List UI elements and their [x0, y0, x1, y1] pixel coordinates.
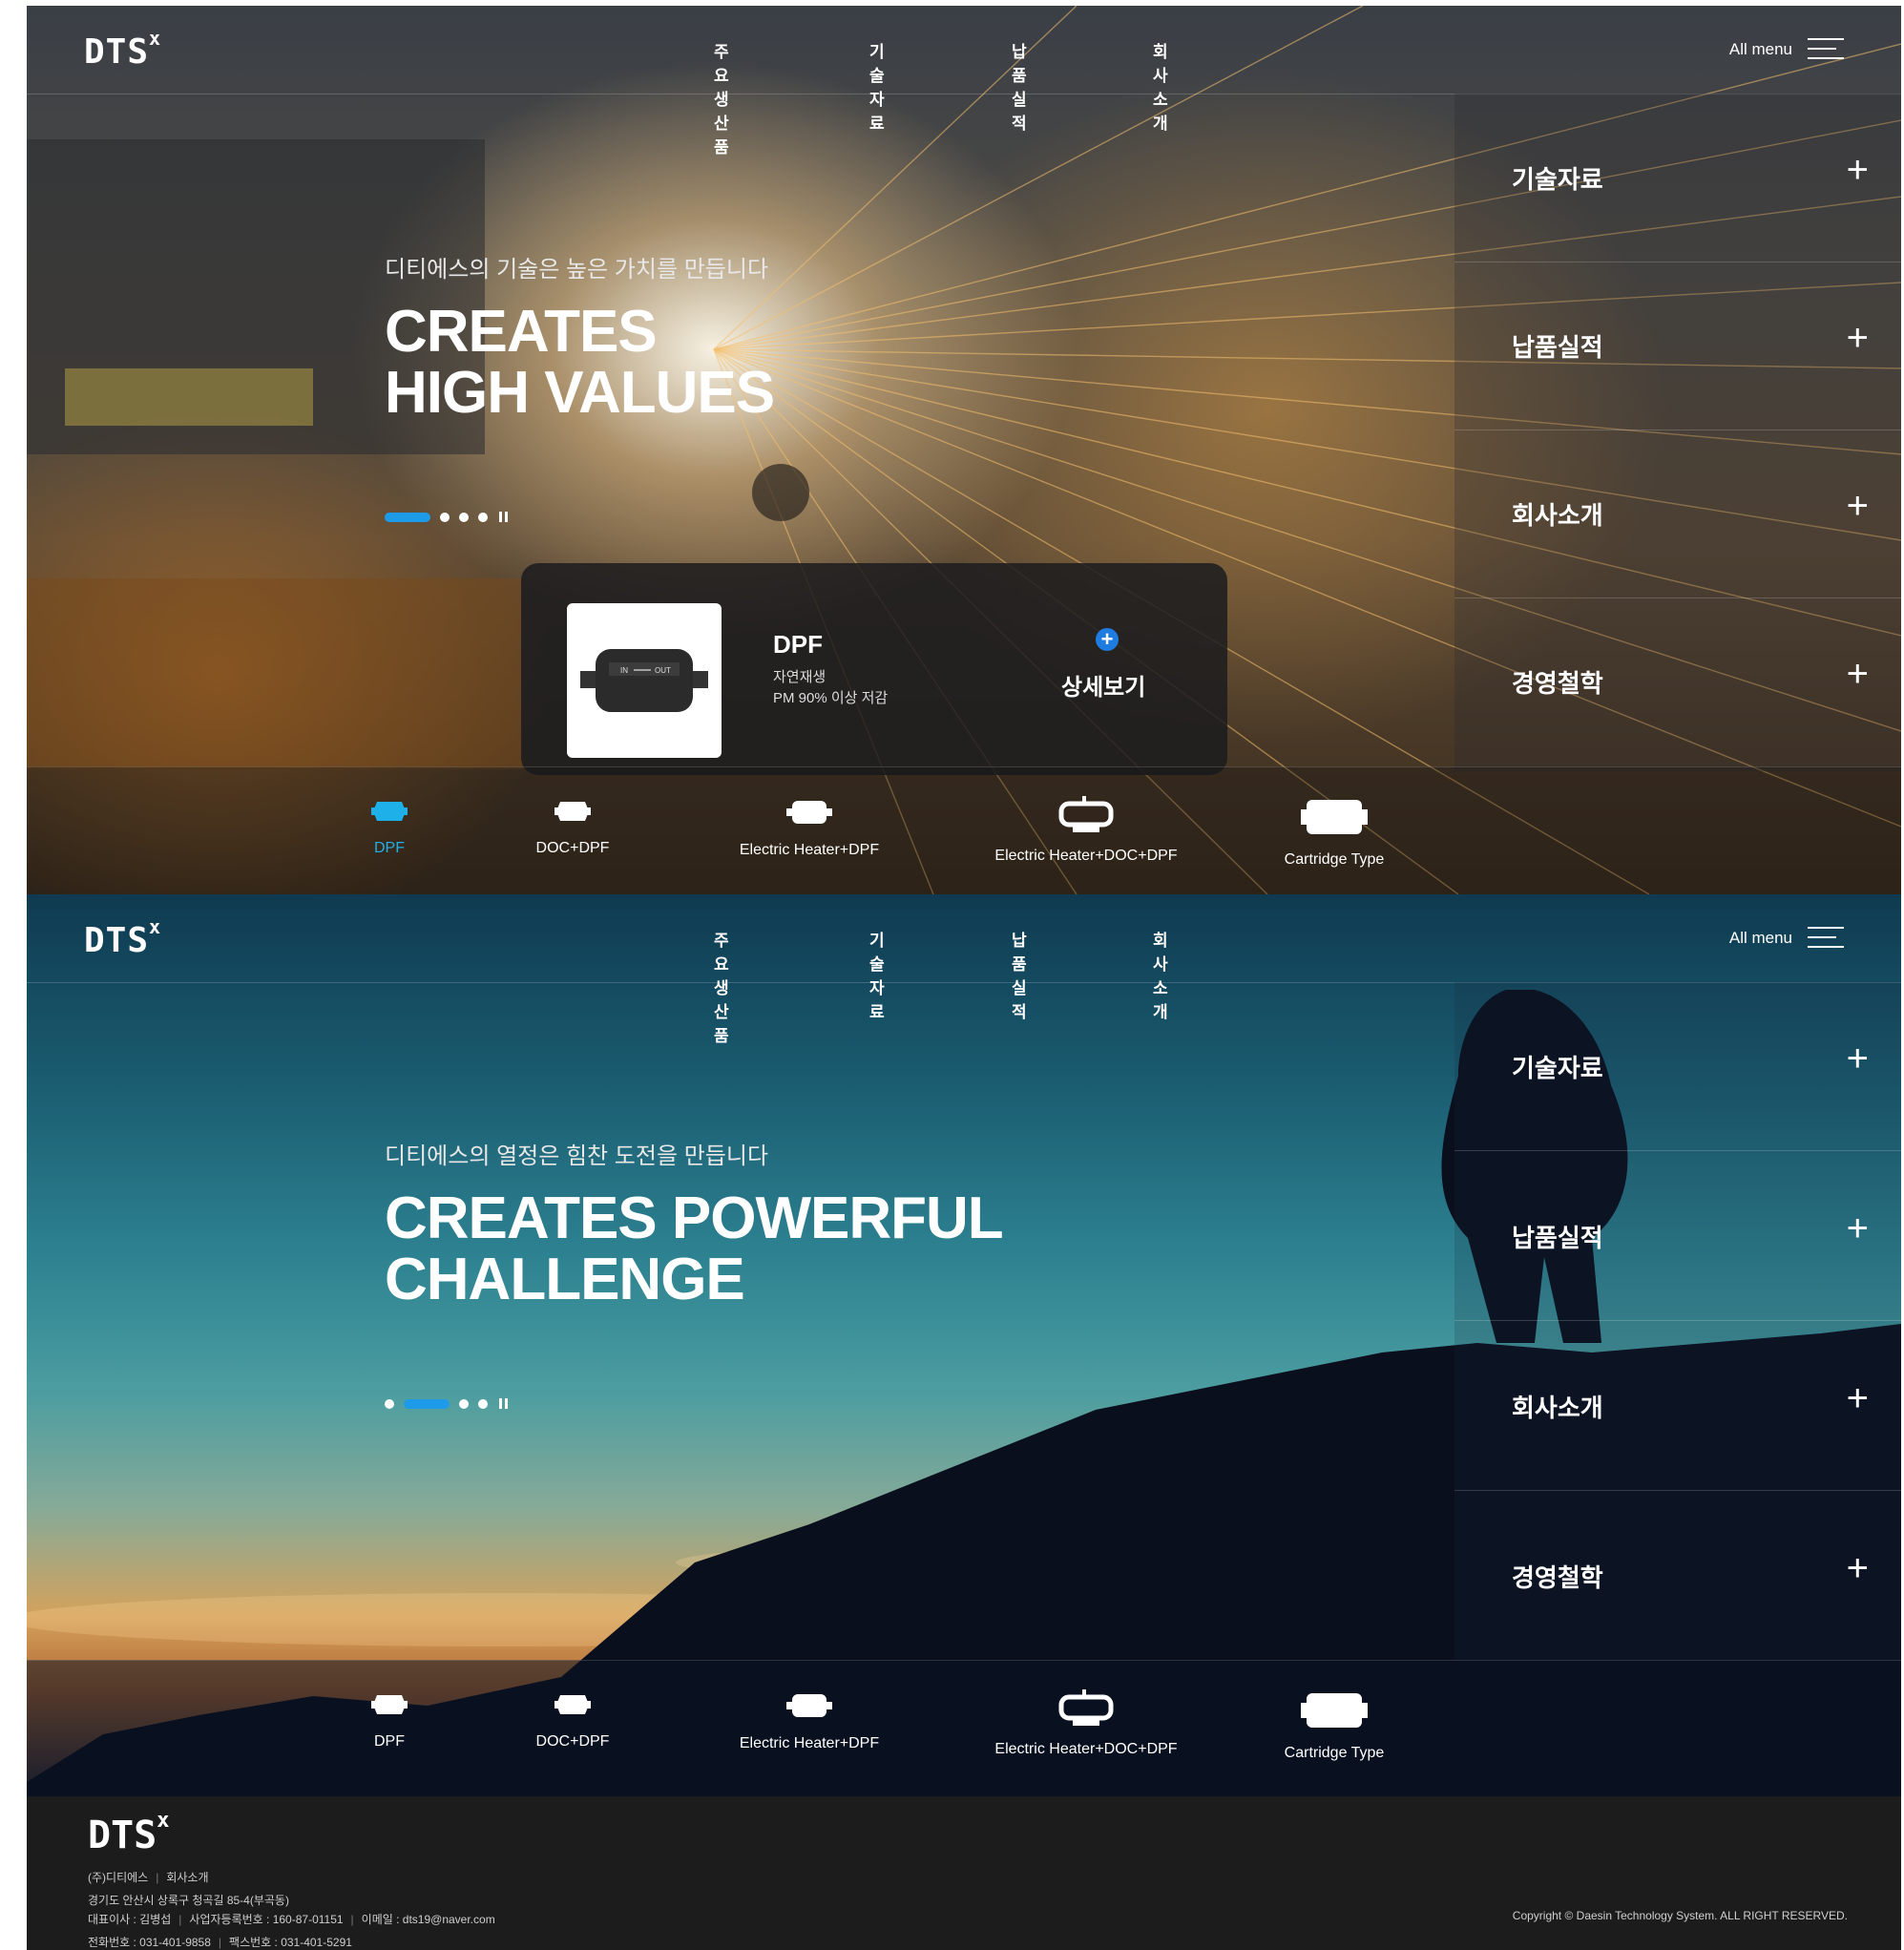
product-tab-cartridge[interactable]: Cartridge Type — [1267, 1689, 1401, 1762]
electric-heater-dpf-icon — [786, 1694, 832, 1717]
all-menu-button[interactable]: All menu — [1729, 927, 1844, 950]
plus-icon: + — [1846, 1038, 1869, 1080]
hamburger-icon — [1808, 927, 1844, 950]
product-tab-electric-heater-dpf[interactable]: Electric Heater+DPF — [733, 1689, 886, 1752]
copyright: Copyright © Daesin Technology System. AL… — [1512, 1909, 1848, 1922]
hero-slide-2: DTSx 주요생산품 기술자료 납품실적 회사소개 All menu 디티에스의… — [27, 894, 1901, 1796]
product-tab-dpf[interactable]: DPF — [351, 796, 428, 857]
footer-info: 대표이사 : 김병섭 | 사업자등록번호 : 160-87-01151 | 이메일 : … — [88, 1913, 495, 1926]
product-card: IN OUT DPF 자연재생 PM 90% 이상 저감 + 상세보기 — [521, 563, 1227, 775]
nav-item-delivery[interactable]: 납품실적 — [1012, 927, 1027, 1022]
indicator-dot-2[interactable] — [404, 1398, 450, 1409]
side-item-philosophy[interactable]: 경영철학 + — [1454, 1492, 1901, 1660]
side-item-company[interactable]: 회사소개 + — [1454, 430, 1901, 598]
plus-icon: + — [1846, 149, 1869, 191]
plus-icon: + — [1846, 317, 1869, 359]
product-bar: DPF DOC+DPF Electric Heater+DPF Electric… — [27, 766, 1901, 894]
product-tab-electric-heater-dpf[interactable]: Electric Heater+DPF — [733, 796, 886, 859]
site-header: DTSx 주요생산품 기술자료 납품실적 회사소개 All menu — [27, 6, 1901, 157]
indicator-dot-1[interactable] — [385, 1398, 394, 1409]
svg-text:IN: IN — [620, 666, 628, 675]
product-tab-doc-dpf[interactable]: DOC+DPF — [515, 1689, 630, 1751]
product-tab-dpf[interactable]: DPF — [351, 1689, 428, 1751]
indicator-dot-1[interactable] — [385, 512, 430, 522]
side-item-philosophy[interactable]: 경영철학 + — [1454, 598, 1901, 765]
product-thumbnail: IN OUT — [567, 603, 722, 758]
all-menu-label: All menu — [1728, 929, 1792, 947]
indicator-dot-2[interactable] — [440, 512, 450, 522]
plus-icon: + — [1846, 1377, 1869, 1419]
hero-title: CREATES HIGH VALUES — [385, 299, 775, 426]
detail-link[interactable]: 상세보기 — [1061, 668, 1145, 702]
footer-address: 경기도 안산시 상록구 청곡길 85-4(부곡동) — [88, 1894, 289, 1907]
nav-item-company[interactable]: 회사소개 — [1153, 38, 1168, 134]
footer-contact: 전화번호 : 031-401-9858 | 팩스번호 : 031-401-5291 — [88, 1936, 352, 1949]
side-item-delivery[interactable]: 납품실적 + — [1454, 262, 1901, 430]
cartridge-icon — [1301, 800, 1368, 834]
side-menu: 기술자료 + 납품실적 + 회사소개 + 경영철학 + — [1454, 982, 1901, 1660]
product-desc-2: PM 90% 이상 저감 — [773, 690, 889, 706]
nav-item-tech[interactable]: 기술자료 — [869, 927, 885, 1022]
pause-icon[interactable] — [499, 1398, 508, 1409]
product-name: DPF — [773, 630, 823, 659]
product-bar: DPF DOC+DPF Electric Heater+DPF Electric… — [27, 1660, 1901, 1796]
electric-heater-doc-dpf-icon — [1058, 796, 1114, 832]
product-desc-1: 자연재생 — [773, 669, 826, 685]
svg-text:OUT: OUT — [655, 666, 671, 675]
logo[interactable]: DTSx — [84, 27, 161, 72]
product-tab-cartridge[interactable]: Cartridge Type — [1267, 796, 1401, 869]
electric-heater-dpf-icon — [786, 801, 832, 824]
logo[interactable]: DTSx — [84, 915, 161, 960]
nav-item-products[interactable]: 주요생산품 — [714, 38, 729, 157]
plus-icon: + — [1846, 485, 1869, 527]
hero-title: CREATES POWERFUL CHALLENGE — [385, 1185, 1004, 1312]
nav-item-tech[interactable]: 기술자료 — [869, 38, 885, 134]
site-header: DTSx 주요생산품 기술자료 납품실적 회사소개 All menu — [27, 894, 1901, 1045]
footer-links: (주)디티에스 | 회사소개 — [88, 1871, 209, 1884]
detail-plus-icon[interactable]: + — [1096, 628, 1119, 651]
slide-indicator — [385, 1398, 508, 1409]
electric-heater-doc-dpf-icon — [1058, 1689, 1114, 1726]
product-tab-doc-dpf[interactable]: DOC+DPF — [515, 796, 630, 857]
side-item-tech[interactable]: 기술자료 + — [1454, 982, 1901, 1151]
doc-dpf-icon — [554, 802, 591, 821]
side-item-tech[interactable]: 기술자료 + — [1454, 94, 1901, 262]
product-tab-electric-heater-doc-dpf[interactable]: Electric Heater+DOC+DPF — [991, 1689, 1182, 1758]
indicator-dot-3[interactable] — [459, 1398, 469, 1409]
plus-icon: + — [1846, 1547, 1869, 1589]
nav-item-company[interactable]: 회사소개 — [1153, 927, 1168, 1022]
indicator-dot-3[interactable] — [459, 512, 469, 522]
hamburger-icon — [1808, 38, 1844, 61]
product-tab-electric-heater-doc-dpf[interactable]: Electric Heater+DOC+DPF — [991, 796, 1182, 865]
hero-slide-1: DTSx 주요생산품 기술자료 납품실적 회사소개 All menu 디티에스의… — [27, 6, 1901, 894]
hero-subtitle: 디티에스의 열정은 힘찬 도전을 만듭니다 — [385, 1143, 769, 1169]
side-item-delivery[interactable]: 납품실적 + — [1454, 1152, 1901, 1321]
indicator-dot-4[interactable] — [478, 1398, 488, 1409]
pause-icon[interactable] — [499, 512, 508, 522]
cartridge-icon — [1301, 1693, 1368, 1728]
footer-logo[interactable]: DTSx — [88, 1809, 170, 1857]
side-menu: 기술자료 + 납품실적 + 회사소개 + 경영철학 + — [1454, 94, 1901, 771]
slide-indicator — [385, 512, 508, 522]
site-footer: DTSx (주)디티에스 | 회사소개 경기도 안산시 상록구 청곡길 85-4(부… — [27, 1796, 1901, 1950]
nav-item-delivery[interactable]: 납품실적 — [1012, 38, 1027, 134]
dpf-image-icon: IN OUT — [580, 649, 708, 712]
doc-dpf-icon — [554, 1695, 591, 1714]
plus-icon: + — [1846, 653, 1869, 695]
hero-subtitle: 디티에스의 기술은 높은 가치를 만듭니다 — [385, 257, 769, 283]
side-item-company[interactable]: 회사소개 + — [1454, 1322, 1901, 1491]
indicator-dot-4[interactable] — [478, 512, 488, 522]
all-menu-button[interactable]: All menu — [1729, 38, 1844, 61]
dpf-icon — [371, 802, 408, 821]
plus-icon: + — [1846, 1207, 1869, 1249]
footer-link-about[interactable]: 회사소개 — [166, 1871, 208, 1884]
all-menu-label: All menu — [1728, 40, 1792, 58]
footer-link-company-name[interactable]: (주)디티에스 — [88, 1871, 148, 1884]
dpf-icon — [371, 1695, 408, 1714]
nav-item-products[interactable]: 주요생산품 — [714, 927, 729, 1046]
